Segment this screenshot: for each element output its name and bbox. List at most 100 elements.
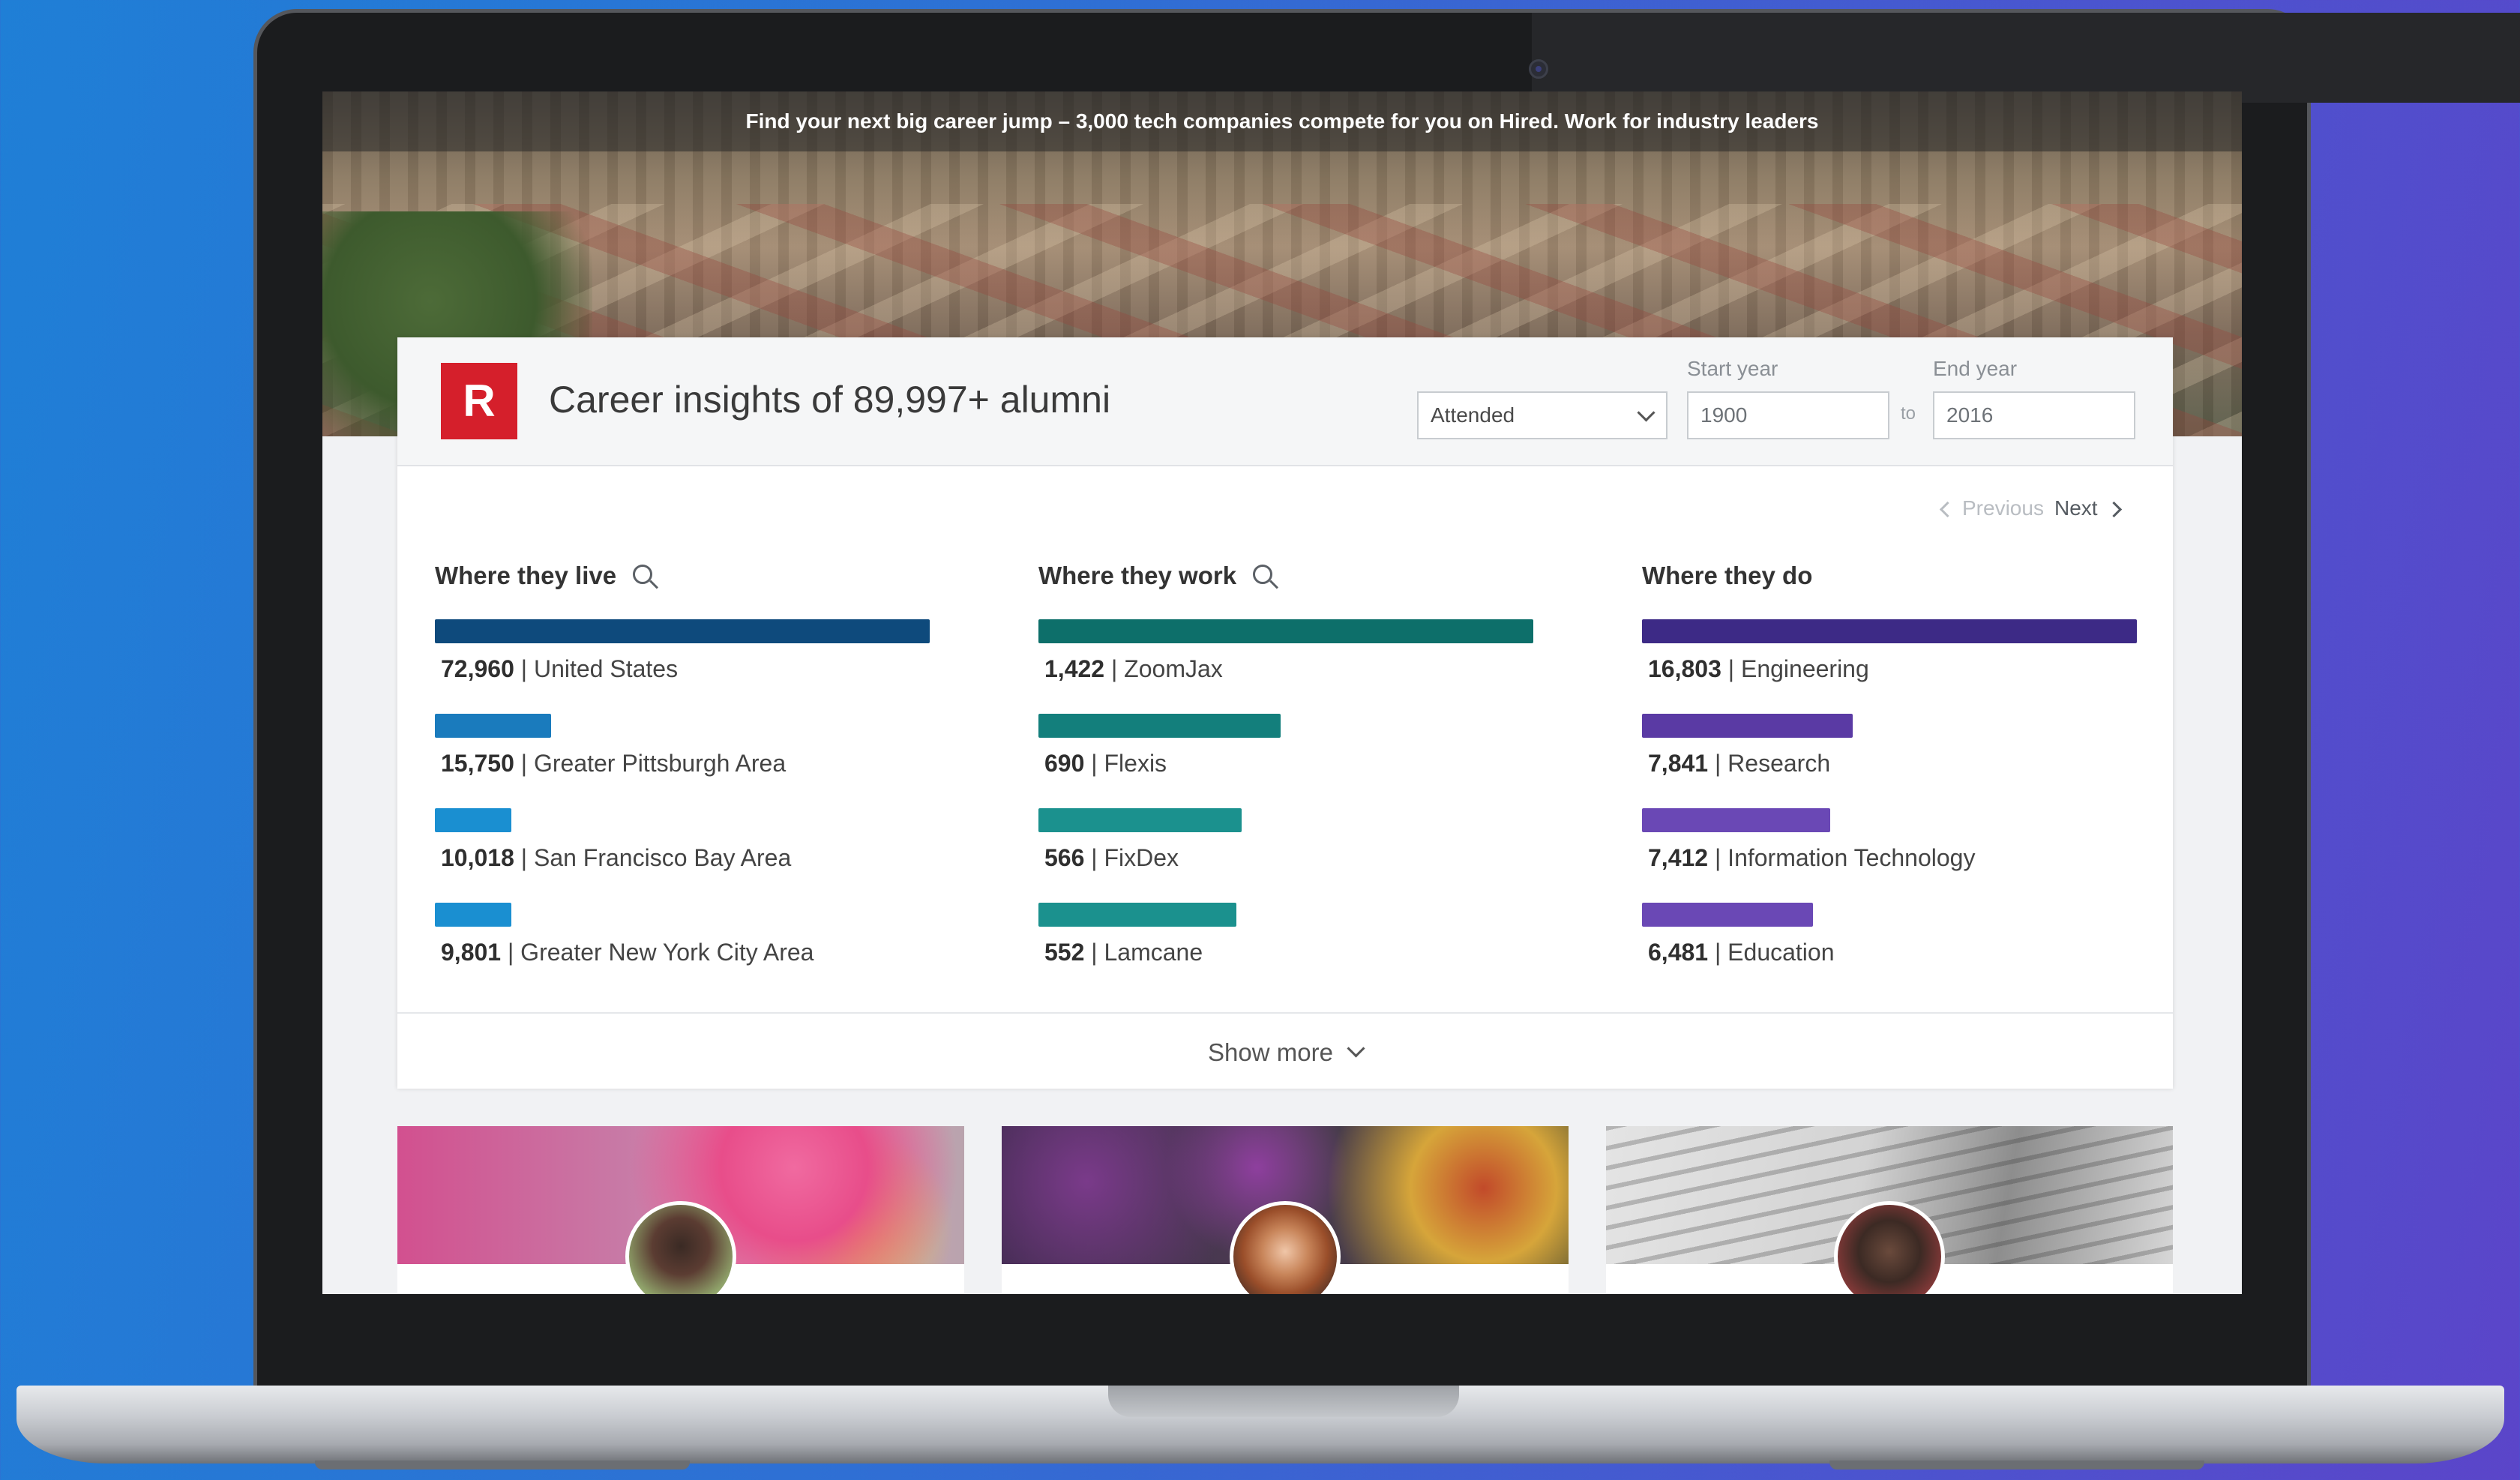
- stat-label: Lamcane: [1104, 939, 1203, 966]
- stat-row[interactable]: 566 | FixDex: [1038, 808, 1533, 872]
- stat-row[interactable]: 10,018 | San Francisco Bay Area: [435, 808, 930, 872]
- stat-bar: [435, 619, 930, 643]
- stat-bar: [1038, 714, 1281, 738]
- next-label: Next: [2054, 496, 2098, 520]
- stat-row[interactable]: 690 | Flexis: [1038, 714, 1533, 777]
- stat-count: 72,960: [441, 655, 514, 682]
- stat-text: 10,018 | San Francisco Bay Area: [441, 844, 792, 871]
- laptop-notch: [1108, 1386, 1459, 1417]
- laptop-foot-right: [1829, 1461, 2204, 1470]
- stat-bar: [1642, 903, 1813, 927]
- stat-bar: [435, 714, 551, 738]
- divider: [397, 1012, 2173, 1014]
- end-year-label: End year: [1933, 357, 2018, 380]
- stat-bar: [1642, 808, 1830, 832]
- chevron-down-icon: [1347, 1039, 1365, 1058]
- stat-row[interactable]: 16,803 | Engineering: [1642, 619, 2137, 683]
- laptop-screen: Find your next big career jump – 3,000 t…: [322, 91, 2242, 1294]
- stat-count: 15,750: [441, 750, 514, 777]
- column-title: Where they live: [435, 555, 930, 597]
- promo-banner[interactable]: Find your next big career jump – 3,000 t…: [322, 91, 2242, 151]
- previous-label: Previous: [1962, 496, 2044, 520]
- stat-bar: [435, 808, 511, 832]
- attendance-select-value: Attended: [1431, 403, 1515, 427]
- stat-label: Flexis: [1104, 750, 1167, 777]
- stat-label: Information Technology: [1727, 844, 1976, 871]
- stat-count: 552: [1044, 939, 1085, 966]
- column-where-they-do: Where they do 16,803 | Engineering 7,841…: [1642, 555, 2137, 966]
- stat-text: 72,960 | United States: [441, 655, 679, 682]
- stat-label: Engineering: [1740, 655, 1869, 682]
- range-separator: to: [1901, 403, 1916, 424]
- stat-row[interactable]: 6,481 | Education: [1642, 903, 2137, 966]
- stat-label: Education: [1727, 939, 1835, 966]
- stat-count: 9,801: [441, 939, 502, 966]
- stat-text: 16,803 | Engineering: [1648, 655, 1869, 682]
- stat-label: ZoomJax: [1124, 655, 1223, 682]
- profile-card[interactable]: [1606, 1126, 2173, 1294]
- laptop-foot-left: [315, 1461, 690, 1470]
- stat-text: 7,412 | Information Technology: [1648, 844, 1976, 871]
- stat-text: 6,481 | Education: [1648, 939, 1835, 966]
- stat-bar: [435, 903, 511, 927]
- lid-glare: [1532, 13, 2520, 103]
- stat-row[interactable]: 72,960 | United States: [435, 619, 930, 683]
- column-title-text: Where they work: [1038, 562, 1237, 589]
- profile-card[interactable]: [1002, 1126, 1569, 1294]
- stat-label: Greater New York City Area: [520, 939, 814, 966]
- previous-button[interactable]: Previous: [1939, 496, 2044, 520]
- column-title: Where they do: [1642, 555, 2137, 597]
- stat-row[interactable]: 9,801 | Greater New York City Area: [435, 903, 930, 966]
- stat-count: 10,018: [441, 844, 514, 871]
- stat-count: 16,803: [1648, 655, 1721, 682]
- profile-card[interactable]: [397, 1126, 964, 1294]
- stat-text: 566 | FixDex: [1044, 844, 1179, 871]
- stat-text: 15,750 | Greater Pittsburgh Area: [441, 750, 787, 777]
- column-where-they-work: Where they work 1,422 | ZoomJax 690 | Fl…: [1038, 555, 1533, 966]
- chevron-left-icon: [1939, 502, 1956, 518]
- stat-label: San Francisco Bay Area: [533, 844, 792, 871]
- stat-row[interactable]: 7,841 | Research: [1642, 714, 2137, 777]
- stat-text: 1,422 | ZoomJax: [1044, 655, 1223, 682]
- stat-count: 6,481: [1648, 939, 1709, 966]
- column-where-they-live: Where they live 72,960 | United States 1…: [435, 555, 930, 966]
- stat-label: FixDex: [1104, 844, 1179, 871]
- stat-count: 1,422: [1044, 655, 1105, 682]
- stat-text: 690 | Flexis: [1044, 750, 1167, 777]
- stat-count: 7,412: [1648, 844, 1709, 871]
- stat-bar: [1038, 903, 1236, 927]
- insights-card: R Career insights of 89,997+ alumni Atte…: [397, 337, 2173, 1089]
- stat-bar: [1642, 619, 2137, 643]
- stat-bar: [1038, 619, 1533, 643]
- school-logo: R: [441, 363, 517, 439]
- show-more-label: Show more: [1208, 1038, 1333, 1066]
- end-year-input[interactable]: 2016: [1933, 391, 2135, 439]
- start-year-input[interactable]: 1900: [1687, 391, 1889, 439]
- stat-text: 9,801 | Greater New York City Area: [441, 939, 814, 966]
- next-button[interactable]: Next: [2054, 496, 2122, 520]
- camera-icon: [1529, 59, 1548, 79]
- stat-row[interactable]: 1,422 | ZoomJax: [1038, 619, 1533, 683]
- insights-header: R Career insights of 89,997+ alumni Atte…: [397, 337, 2173, 466]
- stat-count: 690: [1044, 750, 1085, 777]
- page-title: Career insights of 89,997+ alumni: [549, 379, 1111, 421]
- stat-text: 7,841 | Research: [1648, 750, 1831, 777]
- stat-row[interactable]: 552 | Lamcane: [1038, 903, 1533, 966]
- column-title-text: Where they do: [1642, 562, 1813, 589]
- stat-text: 552 | Lamcane: [1044, 939, 1203, 966]
- column-title-text: Where they live: [435, 562, 617, 589]
- stat-bar: [1038, 808, 1242, 832]
- search-icon[interactable]: [633, 565, 653, 585]
- stat-bar: [1642, 714, 1853, 738]
- stat-count: 566: [1044, 844, 1085, 871]
- show-more-button[interactable]: Show more: [397, 1027, 2173, 1078]
- stat-label: United States: [533, 655, 679, 682]
- chevron-down-icon: [1637, 403, 1656, 422]
- chevron-right-icon: [2105, 502, 2122, 518]
- start-year-label: Start year: [1687, 357, 1778, 380]
- stat-row[interactable]: 7,412 | Information Technology: [1642, 808, 2137, 872]
- search-icon[interactable]: [1253, 565, 1273, 585]
- column-title: Where they work: [1038, 555, 1533, 597]
- stat-row[interactable]: 15,750 | Greater Pittsburgh Area: [435, 714, 930, 777]
- attendance-select[interactable]: Attended: [1417, 391, 1668, 439]
